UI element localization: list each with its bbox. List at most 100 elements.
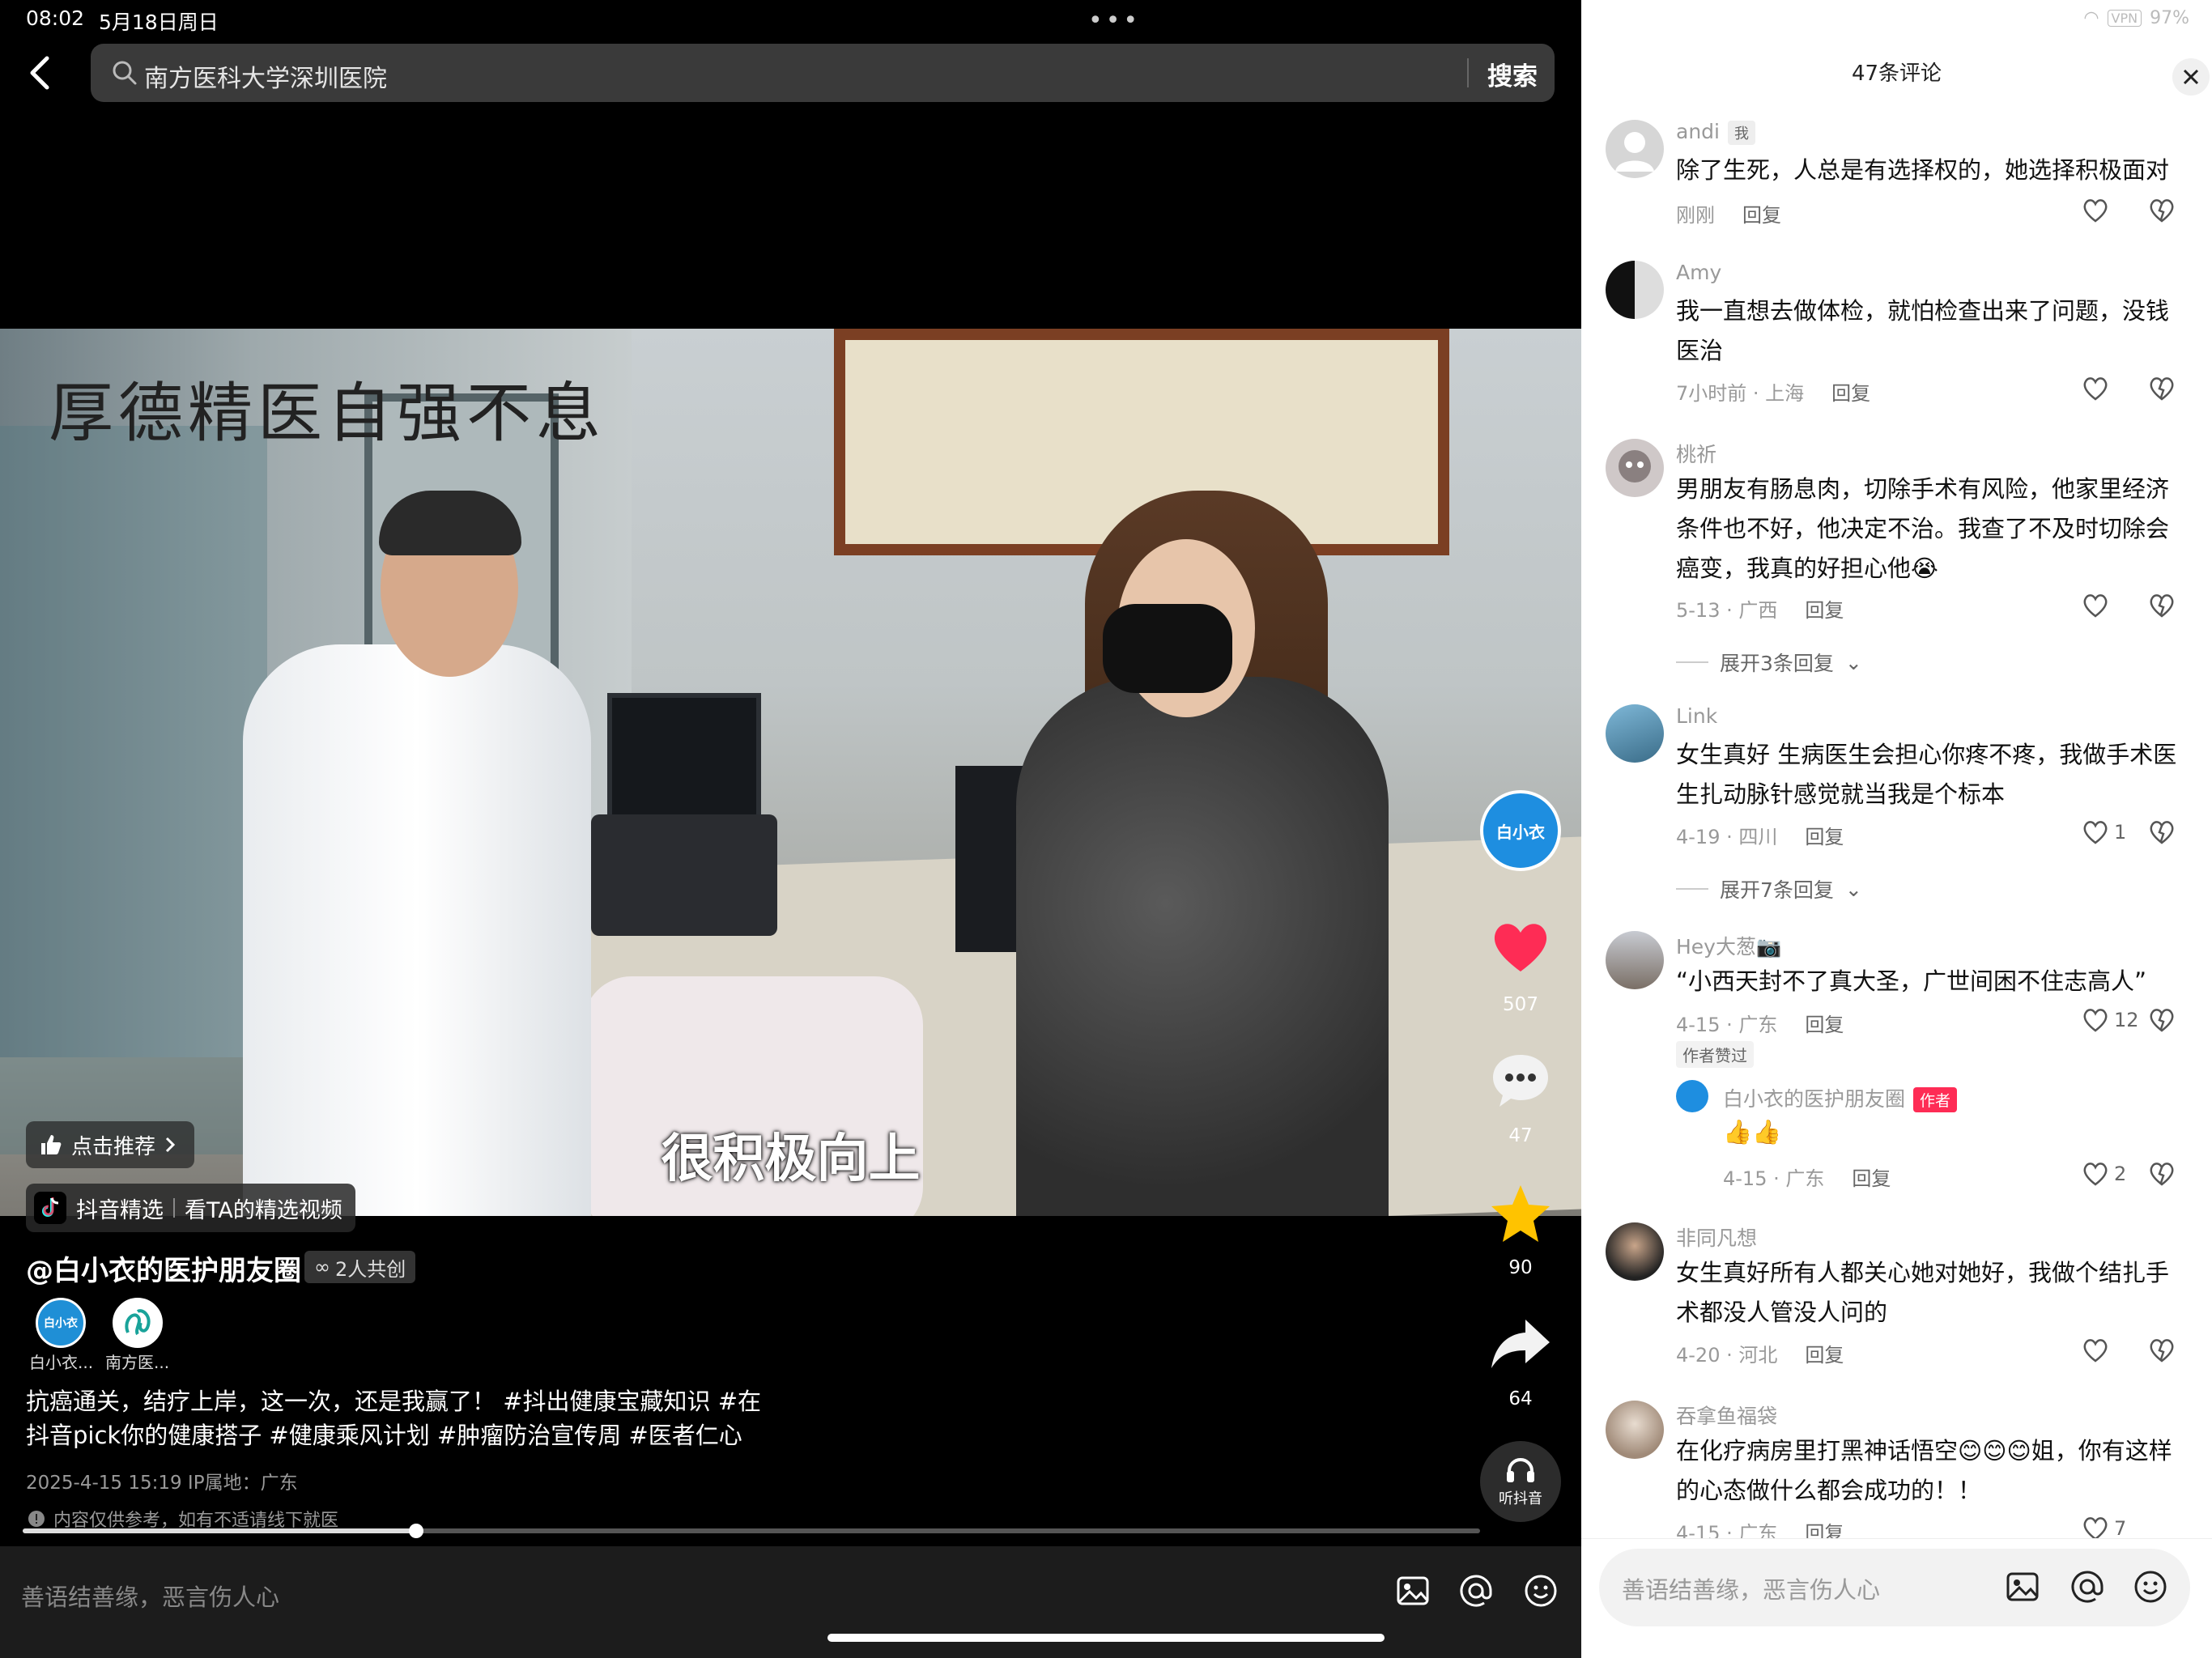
creator-avatar[interactable] [113, 1298, 163, 1348]
expand-replies[interactable]: 展开7条回复 ⌄ [1676, 874, 1862, 903]
description-line: 抖音pick你的健康搭子 #健康乘风计划 #肿瘤防治宣传周 #医者仁心 [26, 1422, 742, 1449]
creator-name: 南方医... [105, 1353, 170, 1372]
like-button[interactable] [2082, 1337, 2114, 1363]
dislike-heart-icon[interactable] [2148, 1007, 2176, 1033]
comment-user[interactable]: andi 我 [1676, 120, 1755, 145]
search-divider [1467, 58, 1469, 87]
comment-user[interactable]: 桃祈 [1676, 439, 1716, 468]
comment-input-bar[interactable]: 善语结善缘，恶言伤人心 [1581, 1538, 2212, 1658]
like-button[interactable]: 1 [2082, 819, 2126, 845]
post-time-location: 2025-4-15 15:19 IP属地：广东 [26, 1473, 298, 1494]
image-icon[interactable] [1394, 1572, 1431, 1609]
video-frame[interactable]: 厚德精医自强不息 [0, 329, 1581, 1216]
cocreate-badge[interactable]: ∞ 2人共创 [304, 1251, 416, 1283]
image-icon[interactable] [2004, 1568, 2041, 1605]
avatar[interactable] [1676, 1080, 1708, 1112]
video-mask [1103, 604, 1232, 693]
video-progress-bar[interactable] [23, 1524, 1480, 1538]
reply-button[interactable]: 回复 [1805, 1339, 1844, 1367]
avatar[interactable] [1606, 120, 1664, 178]
at-icon[interactable] [1457, 1572, 1495, 1609]
comment-meta: 4-19 · 四川 回复 [1676, 821, 1844, 849]
avatar-text: 白小衣 [1496, 822, 1545, 842]
progress-handle[interactable] [409, 1524, 423, 1538]
reply-button[interactable]: 回复 [1852, 1163, 1891, 1191]
search-input[interactable]: 南方医科大学深圳医院 [144, 58, 387, 94]
like-button[interactable] [2082, 198, 2114, 223]
comment-user[interactable]: Hey大葱📷 [1676, 931, 1781, 960]
comment-input[interactable]: 善语结善缘，恶言伤人心 [21, 1579, 279, 1613]
like-button[interactable] [2082, 376, 2114, 402]
reply-button[interactable]: 回复 [1805, 821, 1844, 849]
heart-icon [2083, 1339, 2108, 1363]
heart-icon [2083, 821, 2108, 844]
calligraphy-text: 厚德精医自强不息 [49, 376, 606, 451]
comment-input-box[interactable]: 善语结善缘，恶言伤人心 [1599, 1549, 2190, 1626]
star-icon[interactable] [1488, 1180, 1553, 1245]
me-tag: 我 [1727, 121, 1755, 145]
dislike-heart-icon[interactable] [2148, 1337, 2176, 1363]
avatar[interactable] [1606, 261, 1664, 319]
at-icon[interactable] [2069, 1568, 2106, 1605]
reply-button[interactable]: 回复 [1805, 594, 1844, 623]
share-icon[interactable] [1488, 1312, 1553, 1376]
dislike-heart-icon[interactable] [2148, 593, 2176, 619]
heart-icon[interactable] [1488, 915, 1553, 980]
comment-input[interactable]: 善语结善缘，恶言伤人心 [1622, 1571, 1880, 1605]
video-doctor-hair [379, 491, 521, 555]
expand-label: 展开3条回复 [1720, 652, 1834, 675]
avatar[interactable] [1606, 1222, 1664, 1281]
emoji-icon[interactable] [1522, 1572, 1559, 1609]
home-indicator[interactable] [827, 1634, 1385, 1642]
expand-label: 展开7条回复 [1720, 878, 1834, 902]
like-button[interactable] [2082, 593, 2114, 619]
avatar[interactable] [1606, 931, 1664, 989]
author-avatar-button[interactable]: 白小衣 [1480, 790, 1561, 871]
avatar[interactable] [1606, 439, 1664, 497]
comment-user[interactable]: Amy [1676, 261, 1721, 284]
comment-icon[interactable] [1488, 1048, 1553, 1113]
dislike-heart-icon[interactable] [2148, 376, 2176, 402]
comment-user[interactable]: 吞拿鱼福袋 [1676, 1401, 1777, 1430]
video-monitor [607, 693, 761, 823]
heart-icon [2083, 1163, 2108, 1186]
heart-icon [2083, 594, 2108, 618]
reply-user[interactable]: 白小衣的医护朋友圈 作者 [1723, 1083, 1958, 1112]
author-tag: 作者 [1913, 1087, 1958, 1112]
comments-panel: ◠ VPN 97% 47条评论 andi 我 除了生死，人总是有选择权的，她选择积… [1581, 0, 2212, 1658]
avatar[interactable] [1606, 1401, 1664, 1459]
comment-text: 在化疗病房里打黑神话悟空😊😊😊姐，你有这样的心态做什么都会成功的！！ [1676, 1437, 2172, 1504]
more-dots-icon[interactable]: ••• [1088, 6, 1141, 35]
recommend-button[interactable]: 点击推荐 [26, 1121, 195, 1168]
chevron-left-icon[interactable] [24, 53, 57, 92]
like-button[interactable]: 12 [2082, 1007, 2139, 1033]
dislike-heart-icon[interactable] [2148, 819, 2176, 845]
douyin-select-sub: 看TA的精选视频 [185, 1197, 342, 1223]
reply-meta: 4-15 · 广东 回复 [1723, 1163, 1891, 1191]
author-name[interactable]: @白小衣的医护朋友圈 [26, 1248, 301, 1288]
comment-user[interactable]: Link [1676, 704, 1717, 728]
reply-button[interactable]: 回复 [1805, 1009, 1844, 1037]
expand-replies[interactable]: 展开3条回复 ⌄ [1676, 648, 1862, 677]
dislike-heart-icon[interactable] [2148, 1161, 2176, 1187]
comment-user[interactable]: 非同凡想 [1676, 1222, 1757, 1252]
close-button[interactable] [2172, 58, 2210, 96]
comment-time: 4-15 · 广东 [1676, 1014, 1778, 1036]
headphones-icon [1507, 1458, 1534, 1482]
search-bar[interactable]: 南方医科大学深圳医院 搜索 [91, 44, 1555, 102]
like-button[interactable]: 2 [2082, 1161, 2126, 1187]
link-icon: ∞ [314, 1256, 330, 1278]
search-button[interactable]: 搜索 [1487, 56, 1538, 92]
listen-button[interactable]: 听抖音 [1480, 1441, 1561, 1522]
reply-button[interactable]: 回复 [1742, 199, 1781, 227]
author-liked-badge: 作者赞过 [1676, 1041, 1754, 1068]
status-icons: ◠ VPN 97% [2083, 8, 2189, 28]
avatar[interactable] [1606, 704, 1664, 763]
creator-avatar[interactable]: 白小衣 [36, 1298, 86, 1348]
like-count: 2 [2114, 1163, 2127, 1185]
reply-button[interactable]: 回复 [1831, 377, 1870, 406]
emoji-icon[interactable] [2132, 1568, 2169, 1605]
dislike-heart-icon[interactable] [2148, 198, 2176, 223]
wifi-icon: ◠ [2083, 8, 2099, 28]
douyin-select-tag[interactable]: 抖音精选 看TA的精选视频 [26, 1184, 355, 1232]
